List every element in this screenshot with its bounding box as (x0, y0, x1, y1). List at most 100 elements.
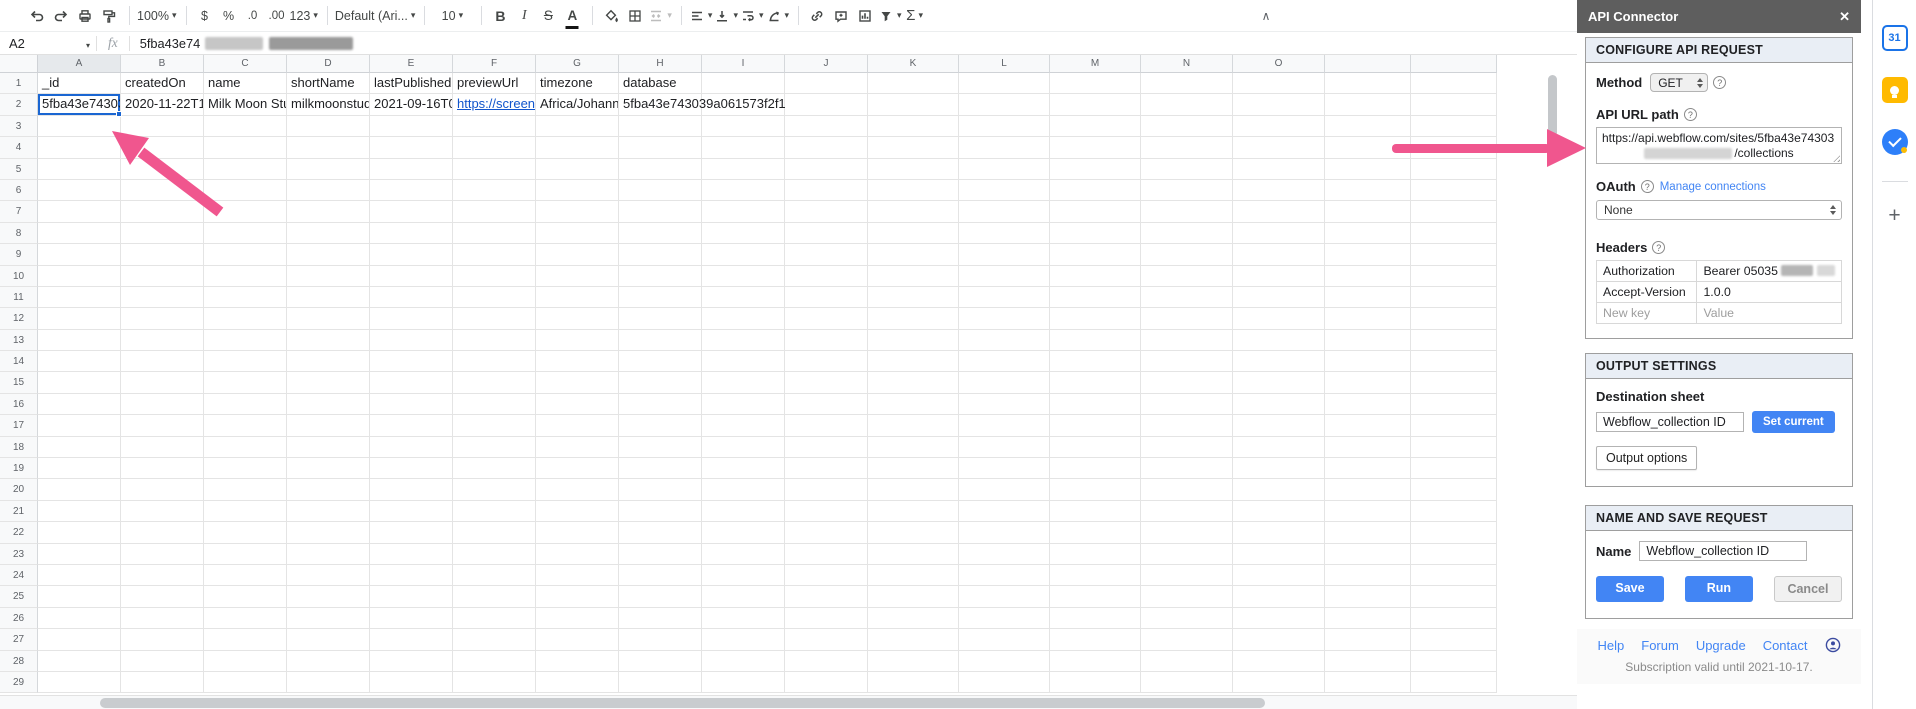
cell-C16[interactable] (204, 393, 287, 416)
cell-F2[interactable]: https://screensho (453, 94, 536, 116)
cell-K25[interactable] (868, 586, 959, 608)
cell-M24[interactable] (1050, 564, 1141, 587)
cell-G20[interactable] (536, 479, 619, 501)
column-header-blank[interactable] (1325, 55, 1411, 73)
cell-I26[interactable] (702, 607, 785, 630)
cell-blank[interactable] (1411, 543, 1497, 565)
cell-H13[interactable] (619, 329, 702, 352)
cell-O10[interactable] (1233, 265, 1325, 287)
row-header-21[interactable]: 21 (0, 500, 38, 523)
cell-G13[interactable] (536, 329, 619, 352)
cell-N22[interactable] (1141, 522, 1233, 544)
cell-G26[interactable] (536, 607, 619, 630)
cell-L2[interactable] (959, 94, 1050, 116)
undo-icon[interactable] (26, 4, 48, 28)
cell-K23[interactable] (868, 543, 959, 565)
cell-J26[interactable] (785, 607, 868, 630)
cell-D18[interactable] (287, 436, 370, 459)
cell-K11[interactable] (868, 286, 959, 309)
cell-I27[interactable] (702, 629, 785, 651)
cell-O6[interactable] (1233, 179, 1325, 202)
decrease-decimals-button[interactable]: .0 (242, 4, 264, 28)
cell-A24[interactable] (38, 564, 121, 587)
cell-F26[interactable] (453, 607, 536, 630)
cell-O1[interactable] (1233, 73, 1325, 95)
cell-J17[interactable] (785, 415, 868, 437)
oauth-select[interactable]: None (1596, 200, 1842, 220)
cell-blank[interactable] (1411, 265, 1497, 287)
cell-J2[interactable] (785, 94, 868, 116)
cell-B21[interactable] (121, 500, 204, 523)
cell-E4[interactable] (370, 137, 453, 159)
cell-F8[interactable] (453, 222, 536, 245)
cell-H12[interactable] (619, 308, 702, 330)
cell-blank[interactable] (1325, 629, 1411, 651)
cell-blank[interactable] (1325, 329, 1411, 352)
cell-D22[interactable] (287, 522, 370, 544)
cell-B14[interactable] (121, 351, 204, 373)
cell-B23[interactable] (121, 543, 204, 565)
row-header-24[interactable]: 24 (0, 564, 38, 587)
cell-H23[interactable] (619, 543, 702, 565)
cell-B5[interactable] (121, 158, 204, 180)
account-icon[interactable] (1825, 637, 1841, 653)
cell-K3[interactable] (868, 115, 959, 138)
cell-C8[interactable] (204, 222, 287, 245)
column-header-M[interactable]: M (1050, 55, 1141, 73)
cell-E25[interactable] (370, 586, 453, 608)
fill-handle[interactable] (116, 110, 122, 117)
cell-G21[interactable] (536, 500, 619, 523)
cell-G25[interactable] (536, 586, 619, 608)
row-header-22[interactable]: 22 (0, 522, 38, 544)
cell-J25[interactable] (785, 586, 868, 608)
header-value-field[interactable]: 1.0.0 (1696, 281, 1842, 303)
cell-H20[interactable] (619, 479, 702, 501)
cell-M26[interactable] (1050, 607, 1141, 630)
cell-H2[interactable]: 5fba43e743039a061573f2f1 (619, 94, 786, 116)
bold-button[interactable]: B (489, 4, 511, 28)
cell-I25[interactable] (702, 586, 785, 608)
cell-N1[interactable] (1141, 73, 1233, 95)
cell-blank[interactable] (1325, 415, 1411, 437)
request-name-input[interactable]: Webflow_collection ID (1639, 541, 1808, 561)
cell-blank[interactable] (1411, 308, 1497, 330)
cell-D7[interactable] (287, 201, 370, 223)
cell-G28[interactable] (536, 650, 619, 672)
cell-blank[interactable] (1325, 179, 1411, 202)
cell-J20[interactable] (785, 479, 868, 501)
cell-blank[interactable] (1325, 586, 1411, 608)
row-header-9[interactable]: 9 (0, 244, 38, 266)
cell-O9[interactable] (1233, 244, 1325, 266)
cell-H11[interactable] (619, 286, 702, 309)
new-value-field[interactable]: Value (1696, 302, 1842, 324)
cell-M1[interactable] (1050, 73, 1141, 95)
row-header-5[interactable]: 5 (0, 158, 38, 180)
insert-comment-icon[interactable] (830, 4, 852, 28)
cell-B12[interactable] (121, 308, 204, 330)
format-currency-button[interactable]: $ (194, 4, 216, 28)
vertical-scrollbar[interactable] (1546, 57, 1559, 693)
cell-blank[interactable] (1325, 436, 1411, 459)
cell-O8[interactable] (1233, 222, 1325, 245)
cell-E26[interactable] (370, 607, 453, 630)
cell-B29[interactable] (121, 671, 204, 694)
cell-C23[interactable] (204, 543, 287, 565)
cell-L21[interactable] (959, 500, 1050, 523)
cell-N15[interactable] (1141, 372, 1233, 394)
cell-A16[interactable] (38, 393, 121, 416)
cell-F25[interactable] (453, 586, 536, 608)
cell-F6[interactable] (453, 179, 536, 202)
cell-D28[interactable] (287, 650, 370, 672)
row-header-20[interactable]: 20 (0, 479, 38, 501)
cell-B18[interactable] (121, 436, 204, 459)
get-add-ons-icon[interactable]: + (1888, 204, 1900, 228)
cell-G27[interactable] (536, 629, 619, 651)
cell-N3[interactable] (1141, 115, 1233, 138)
cell-I19[interactable] (702, 458, 785, 480)
cell-blank[interactable] (1411, 158, 1497, 180)
cell-N17[interactable] (1141, 415, 1233, 437)
cell-D8[interactable] (287, 222, 370, 245)
cell-blank[interactable] (1325, 458, 1411, 480)
cell-J4[interactable] (785, 137, 868, 159)
cell-C3[interactable] (204, 115, 287, 138)
